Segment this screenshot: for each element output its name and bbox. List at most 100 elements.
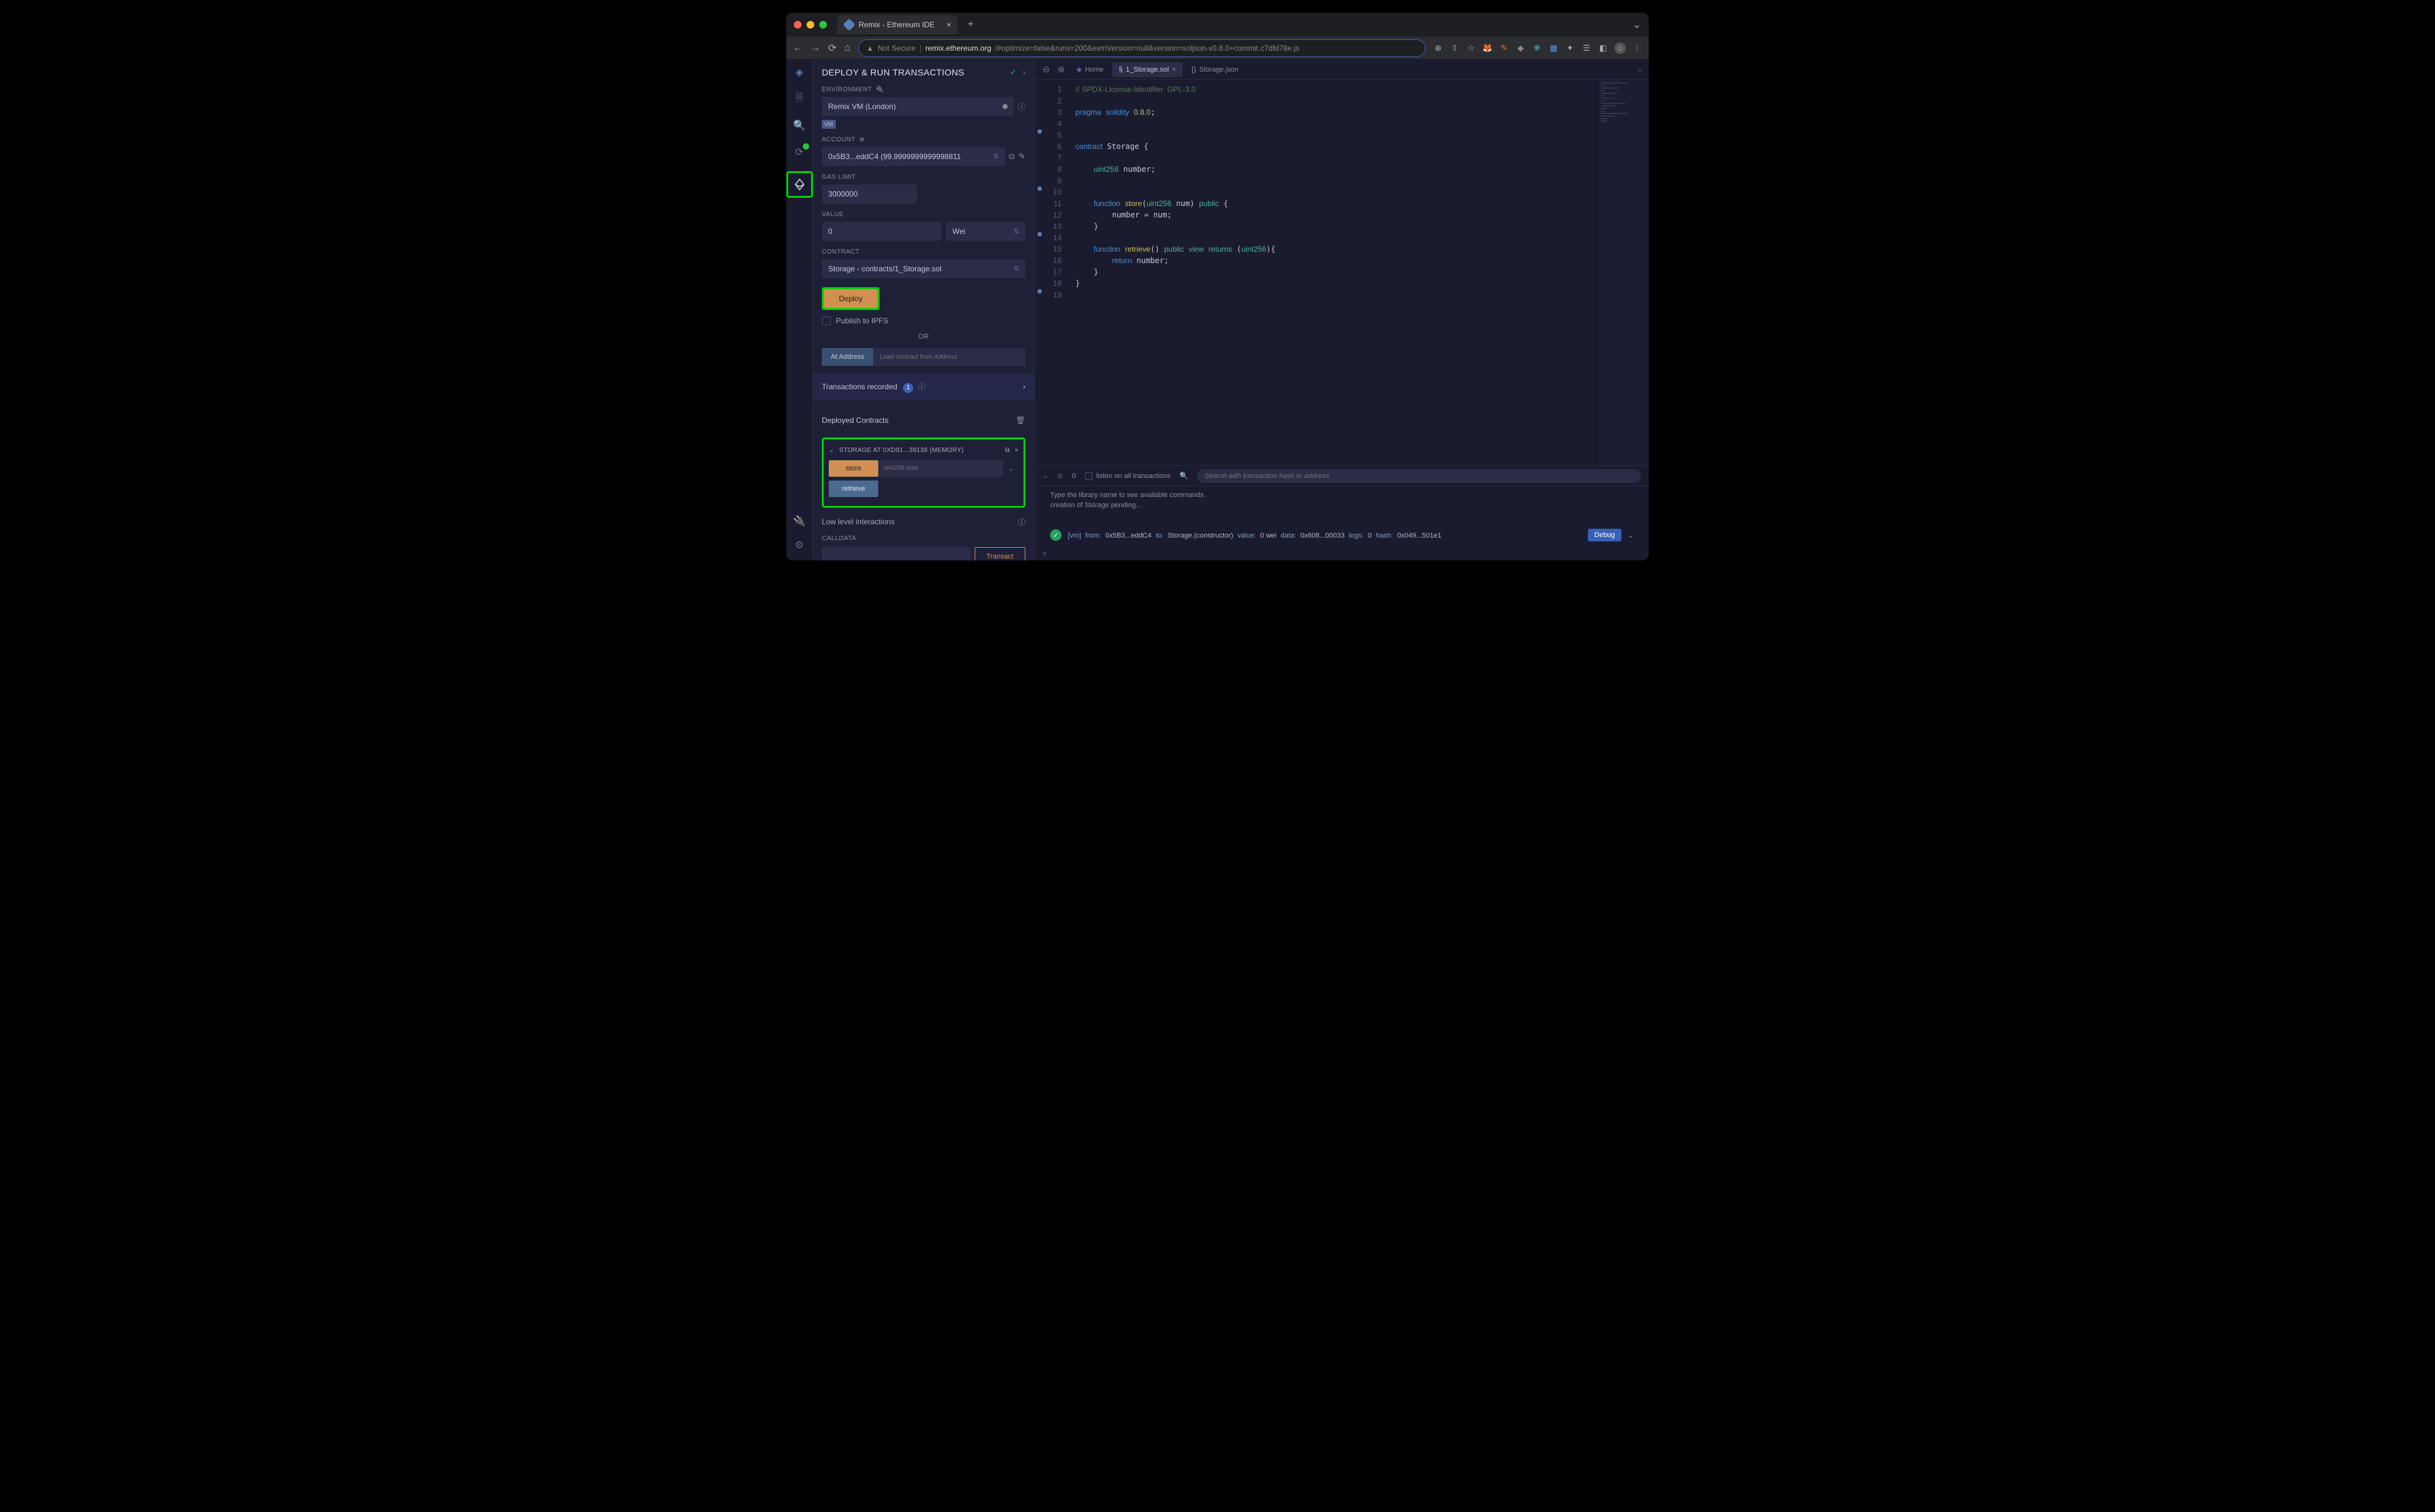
minimap[interactable] <box>1598 80 1649 465</box>
terminal-search-input[interactable] <box>1197 469 1641 483</box>
deploy-run-panel: DEPLOY & RUN TRANSACTIONS ✓ › ENVIRONMEN… <box>813 60 1035 560</box>
extension-5-icon[interactable]: ▦ <box>1549 43 1559 53</box>
terminal-prompt[interactable]: > <box>1035 548 1649 560</box>
env-info-icon[interactable]: ⓘ <box>1018 101 1025 112</box>
caret-icon: ⇅ <box>1014 266 1019 273</box>
terminal-toolbar: ⌄ ⊘ 0 listen on all transactions 🔍 <box>1035 466 1649 486</box>
search-icon[interactable]: 🔍 <box>792 118 807 133</box>
calldata-input[interactable] <box>822 547 971 561</box>
side-panel-icon[interactable]: ◧ <box>1598 43 1608 53</box>
contract-select[interactable]: Storage - contracts/1_Storage.sol ⇅ <box>822 259 1025 278</box>
lowlevel-info-icon[interactable]: ⓘ <box>1018 517 1025 527</box>
store-function-button[interactable]: store <box>829 460 878 477</box>
edit-account-icon[interactable]: ✎ <box>1018 152 1025 162</box>
address-bar[interactable]: ▲ Not Secure | remix.ethereum.org/#optim… <box>858 39 1425 57</box>
settings-icon[interactable]: ⚙ <box>792 538 807 553</box>
browser-menu-icon[interactable]: ⋮ <box>1632 43 1642 53</box>
extensions-puzzle-icon[interactable]: ✦ <box>1565 43 1575 53</box>
zoom-in-icon[interactable]: ⊕ <box>1055 64 1068 75</box>
collapse-icon[interactable]: ⌄ <box>829 447 834 454</box>
new-tab-button[interactable]: + <box>968 19 973 30</box>
deploy-run-icon[interactable] <box>792 177 807 192</box>
minimize-window-button[interactable] <box>807 21 814 29</box>
at-address-input[interactable] <box>873 348 1025 366</box>
code-content[interactable]: // SPDX-License-Identifier: GPL-3.0 prag… <box>1070 80 1598 465</box>
breakpoint-icon[interactable] <box>1037 289 1042 294</box>
listen-label: listen on all transactions <box>1096 472 1171 480</box>
breakpoint-icon[interactable] <box>1037 232 1042 236</box>
breakpoint-icon[interactable] <box>1037 129 1042 134</box>
back-button[interactable]: ← <box>793 42 803 54</box>
home-button[interactable]: ⌂ <box>844 42 850 54</box>
account-label: ACCOUNT ⊕ <box>822 136 1025 143</box>
deploy-button[interactable]: Deploy <box>824 289 878 308</box>
maximize-window-button[interactable] <box>819 21 827 29</box>
panel-check-icon[interactable]: ✓ <box>1010 68 1016 77</box>
close-tab-icon[interactable]: × <box>1172 66 1176 74</box>
tabs-dropdown-icon[interactable]: ⌄ <box>1633 18 1641 31</box>
publish-ipfs-checkbox[interactable] <box>822 316 831 325</box>
extension-4-icon[interactable]: ❋ <box>1532 43 1542 53</box>
at-address-button[interactable]: At Address <box>822 348 873 366</box>
account-select[interactable]: 0x5B3...eddC4 (99.9999999999998811 ⇅ <box>822 147 1005 166</box>
gas-limit-input[interactable] <box>822 184 917 204</box>
deployed-contracts-header: Deployed Contracts 🗑 <box>813 408 1034 432</box>
expand-store-icon[interactable]: ⌄ <box>1003 460 1018 477</box>
store-function-input[interactable] <box>878 460 1003 477</box>
tx-count-badge: 1 <box>903 383 913 393</box>
tx-info-icon[interactable]: ⓘ <box>918 382 926 391</box>
editor-tabs: ⊖ ⊕ ◈ Home § 1_Storage.sol × {} Storage.… <box>1035 60 1649 80</box>
or-divider: OR <box>822 333 1025 340</box>
reload-button[interactable]: ⟳ <box>828 42 836 55</box>
terminal-output[interactable]: Type the library name to see available c… <box>1035 486 1649 522</box>
transaction-log-row[interactable]: ✓ [vm] from: 0x5B3...eddC4 to: Storage.(… <box>1035 522 1649 548</box>
panel-chevron-icon[interactable]: › <box>1023 68 1025 77</box>
extension-metamask-icon[interactable]: 🦊 <box>1483 43 1493 53</box>
trash-icon[interactable]: 🗑 <box>1016 416 1025 425</box>
terminal-search-icon[interactable]: 🔍 <box>1179 472 1188 480</box>
tab-json[interactable]: {} Storage.json <box>1185 62 1245 77</box>
listen-checkbox[interactable] <box>1085 472 1093 480</box>
remix-logo-icon[interactable]: ◈ <box>792 65 807 80</box>
close-window-button[interactable] <box>794 21 802 29</box>
collapse-terminal-icon[interactable]: ⌄ <box>1042 472 1048 480</box>
solidity-file-icon: § <box>1119 66 1122 74</box>
transact-button[interactable]: Transact <box>975 547 1025 561</box>
browser-tab[interactable]: Remix - Ethereum IDE × <box>837 15 958 34</box>
zoom-out-icon[interactable]: ⊖ <box>1040 64 1053 75</box>
publish-ipfs-label: Publish to IPFS <box>836 316 888 325</box>
breakpoint-icon[interactable] <box>1037 186 1042 191</box>
expand-tx-icon[interactable]: ⌄ <box>1628 531 1633 540</box>
share-icon[interactable]: ⇧ <box>1450 43 1460 53</box>
expand-editor-icon[interactable]: ↔ <box>1637 66 1644 74</box>
panel-title: DEPLOY & RUN TRANSACTIONS <box>822 67 964 77</box>
forward-button[interactable]: → <box>810 42 821 54</box>
tx-success-icon: ✓ <box>1050 529 1062 541</box>
deploy-highlight: Deploy <box>822 287 880 310</box>
extension-edit-icon[interactable]: ✎ <box>1499 43 1509 53</box>
profile-avatar-icon[interactable]: ☺ <box>1614 42 1626 54</box>
bookmark-icon[interactable]: ☆ <box>1466 43 1476 53</box>
plugin-manager-icon[interactable]: 🔌 <box>792 514 807 529</box>
zoom-icon[interactable]: ⊕ <box>1433 43 1443 53</box>
environment-select[interactable]: Remix VM (London) <box>822 97 1014 116</box>
value-input[interactable] <box>822 222 941 241</box>
close-instance-icon[interactable]: × <box>1015 447 1018 454</box>
file-explorer-icon[interactable]: 🗎 <box>792 91 807 107</box>
deployed-instance-highlight: ⌄ STORAGE AT 0XD91...39138 (MEMORY) ⧉ × … <box>822 437 1025 508</box>
reading-list-icon[interactable]: ☰ <box>1581 43 1592 53</box>
tab-storage[interactable]: § 1_Storage.sol × <box>1112 62 1182 77</box>
add-account-icon[interactable]: ⊕ <box>859 136 865 143</box>
tab-home[interactable]: ◈ Home <box>1070 61 1110 77</box>
value-unit-select[interactable]: Wei ⇅ <box>946 222 1025 241</box>
copy-account-icon[interactable]: ⧉ <box>1009 152 1015 162</box>
code-editor[interactable]: 12345678910111213141516171819 // SPDX-Li… <box>1035 80 1649 465</box>
extension-3-icon[interactable]: ◆ <box>1516 43 1526 53</box>
clear-terminal-icon[interactable]: ⊘ <box>1057 472 1063 480</box>
transactions-recorded-row[interactable]: Transactions recorded 1 ⓘ › <box>813 373 1034 401</box>
close-tab-icon[interactable]: × <box>947 20 951 29</box>
copy-instance-icon[interactable]: ⧉ <box>1005 447 1010 454</box>
retrieve-function-button[interactable]: retrieve <box>829 481 878 497</box>
calldata-label: CALLDATA <box>822 535 1025 542</box>
debug-button[interactable]: Debug <box>1588 529 1621 541</box>
